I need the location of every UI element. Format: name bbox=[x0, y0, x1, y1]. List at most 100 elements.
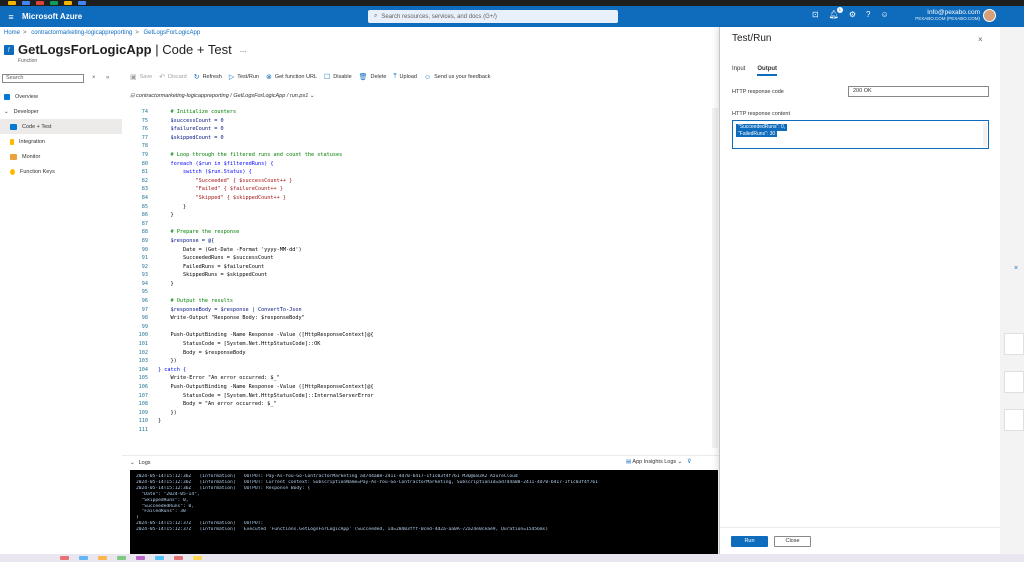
code-line[interactable]: 93 SkippedRuns = $skippedCount bbox=[122, 271, 718, 280]
breadcrumb-home[interactable]: Home bbox=[4, 30, 20, 36]
code-text: StatusCode = [System.Net.HttpStatusCode]… bbox=[158, 392, 374, 399]
response-content-label: HTTP response content bbox=[732, 111, 790, 117]
breadcrumb-function[interactable]: GetLogsForLogicApp bbox=[143, 30, 200, 36]
code-line[interactable]: 79 # Loop through the filtered runs and … bbox=[122, 151, 718, 160]
settings-icon[interactable]: ⚙ bbox=[849, 10, 856, 19]
line-number: 89 bbox=[141, 237, 148, 244]
logs-toggle[interactable]: Logs bbox=[139, 460, 151, 466]
code-line[interactable]: 100 Push-OutputBinding -Name Response -V… bbox=[122, 331, 718, 340]
code-line[interactable]: 80 foreach ($run in $filteredRuns) { bbox=[122, 160, 718, 169]
textarea-scrollbar[interactable] bbox=[983, 122, 987, 147]
upload-button[interactable]: ⤒ Upload bbox=[393, 73, 417, 81]
tab-output[interactable]: Output bbox=[757, 66, 778, 76]
disable-button[interactable]: ☐ Disable bbox=[324, 73, 352, 81]
delete-button[interactable]: 🗑︎ Delete bbox=[359, 73, 387, 81]
code-line[interactable]: 75 $successCount = 0 bbox=[122, 117, 718, 126]
nav-group-developer[interactable]: ⌄ Developer bbox=[0, 104, 122, 119]
code-text: $response = @{ bbox=[158, 237, 215, 244]
disable-icon: ☐ bbox=[324, 74, 331, 81]
discard-button[interactable]: ↶ Discard bbox=[159, 73, 187, 81]
chevron-down-icon[interactable]: ⌄ bbox=[130, 460, 135, 466]
response-code-field[interactable]: 200 OK bbox=[848, 86, 989, 97]
code-line[interactable]: 88 # Prepare the response bbox=[122, 228, 718, 237]
code-line[interactable]: 103 }) bbox=[122, 357, 718, 366]
code-line[interactable]: 105 Write-Error "An error occurred: $_" bbox=[122, 374, 718, 383]
code-text: $responseBody = $response | ConvertTo-Js… bbox=[158, 306, 302, 313]
code-line[interactable]: 81 switch ($run.Status) { bbox=[122, 168, 718, 177]
cloud-shell-icon[interactable]: ⊡ bbox=[812, 10, 819, 19]
code-line[interactable]: 78 bbox=[122, 142, 718, 151]
code-line[interactable]: 82 "Succeeded" { $successCount++ } bbox=[122, 177, 718, 186]
filter-icon[interactable]: ⊽ bbox=[687, 459, 691, 465]
code-line[interactable]: 76 $failureCount = 0 bbox=[122, 125, 718, 134]
code-text: # Output the results bbox=[158, 298, 233, 305]
tab-input[interactable]: Input bbox=[732, 66, 745, 76]
code-line[interactable]: 86 } bbox=[122, 211, 718, 220]
code-line[interactable]: 99 bbox=[122, 323, 718, 332]
refresh-button[interactable]: ↻ Refresh bbox=[194, 73, 222, 81]
close-icon[interactable]: × bbox=[978, 35, 983, 44]
breadcrumb-app[interactable]: contractormarketing-logicappreporting bbox=[31, 30, 132, 36]
code-line[interactable]: 83 "Failed" { $failureCount++ } bbox=[122, 185, 718, 194]
code-line[interactable]: 110} bbox=[122, 417, 718, 426]
code-line[interactable]: 87 bbox=[122, 220, 718, 229]
feedback-icon[interactable]: ☺ bbox=[880, 10, 888, 19]
code-line[interactable]: 77 $skippedCount = 0 bbox=[122, 134, 718, 143]
close-button[interactable]: Close bbox=[774, 536, 811, 547]
nav-item-function-keys[interactable]: Function Keys bbox=[0, 164, 122, 179]
code-line[interactable]: 109 }) bbox=[122, 409, 718, 418]
nav-item-monitor[interactable]: Monitor bbox=[0, 149, 122, 164]
code-line[interactable]: 106 Push-OutputBinding -Name Response -V… bbox=[122, 383, 718, 392]
code-line[interactable]: 91 SucceededRuns = $successCount bbox=[122, 254, 718, 263]
code-line[interactable]: 92 FailedRuns = $failureCount bbox=[122, 263, 718, 272]
code-line[interactable]: 101 StatusCode = [System.Net.HttpStatusC… bbox=[122, 340, 718, 349]
response-content-textarea[interactable]: "SucceededRuns": 0, "FailedRuns": 30 bbox=[732, 120, 989, 149]
clear-search-icon[interactable]: × bbox=[92, 75, 96, 81]
code-line[interactable]: 97 $responseBody = $response | ConvertTo… bbox=[122, 306, 718, 315]
collapse-menu-icon[interactable]: « bbox=[106, 75, 109, 81]
code-line[interactable]: 74 # Initialize counters bbox=[122, 108, 718, 117]
account-info[interactable]: Info@pexabo.com PEXABO.COM (PEXABO.COM) bbox=[902, 9, 980, 21]
nav-item-code-test[interactable]: Code + Test bbox=[0, 119, 122, 134]
help-icon[interactable]: ? bbox=[866, 10, 870, 19]
notifications-icon[interactable]: 🔔︎ 1 bbox=[829, 7, 843, 19]
code-line[interactable]: 107 StatusCode = [System.Net.HttpStatusC… bbox=[122, 392, 718, 401]
brand-label[interactable]: Microsoft Azure bbox=[22, 12, 82, 21]
feedback-button[interactable]: ☺ Send us your feedback bbox=[424, 74, 490, 81]
app-insights-dropdown[interactable]: ▤ App Insights Logs ⌄ bbox=[626, 459, 682, 465]
file-path-breadcrumb[interactable]: ⊟ contractormarketing-logicappreporting … bbox=[130, 93, 314, 99]
panel-tabs: Input Output bbox=[732, 66, 778, 76]
code-line[interactable]: 108 Body = "An error occurred: $_" bbox=[122, 400, 718, 409]
line-number: 103 bbox=[138, 358, 148, 365]
global-search-input[interactable]: ⌕ Search resources, services, and docs (… bbox=[368, 10, 618, 23]
code-editor[interactable]: 74 # Initialize counters 75 $successCount… bbox=[122, 108, 718, 453]
nav-item-overview[interactable]: Overview bbox=[0, 89, 122, 104]
code-line[interactable]: 95 bbox=[122, 288, 718, 297]
code-line[interactable]: 98 Write-Output "Response Body: $respons… bbox=[122, 314, 718, 323]
line-number: 94 bbox=[141, 280, 148, 287]
code-line[interactable]: 102 Body = $responseBody bbox=[122, 349, 718, 358]
trash-icon: 🗑︎ bbox=[358, 74, 368, 81]
line-number: 107 bbox=[138, 392, 148, 399]
code-line[interactable]: 111 bbox=[122, 426, 718, 435]
editor-scrollbar[interactable] bbox=[712, 108, 718, 448]
nav-item-integration[interactable]: Integration bbox=[0, 134, 122, 149]
save-button[interactable]: ▣ Save bbox=[130, 73, 152, 81]
menu-icon[interactable]: ≡ bbox=[0, 12, 22, 22]
chevron-down-icon: ⌄ bbox=[308, 93, 315, 99]
code-line[interactable]: 90 Date = (Get-Date -Format 'yyyy-MM-dd'… bbox=[122, 246, 718, 255]
log-console[interactable]: 2024-05-14T15:12:36Z [Information] OUTPU… bbox=[130, 470, 718, 555]
code-line[interactable]: 85 } bbox=[122, 203, 718, 212]
code-line[interactable]: 104} catch { bbox=[122, 366, 718, 375]
test-run-button[interactable]: ▷ Test/Run bbox=[229, 73, 259, 81]
code-line[interactable]: 89 $response = @{ bbox=[122, 237, 718, 246]
run-button[interactable]: Run bbox=[731, 536, 768, 547]
code-line[interactable]: 96 # Output the results bbox=[122, 297, 718, 306]
code-line[interactable]: 94 } bbox=[122, 280, 718, 289]
function-icon: ƒ bbox=[4, 44, 14, 55]
code-line[interactable]: 84 "Skipped" { $skippedCount++ } bbox=[122, 194, 718, 203]
more-options-icon[interactable]: ... bbox=[240, 45, 247, 54]
get-function-url-button[interactable]: ⊗ Get function URL bbox=[266, 73, 317, 81]
avatar[interactable] bbox=[983, 9, 996, 22]
resource-menu-search-input[interactable]: Search bbox=[2, 74, 84, 83]
